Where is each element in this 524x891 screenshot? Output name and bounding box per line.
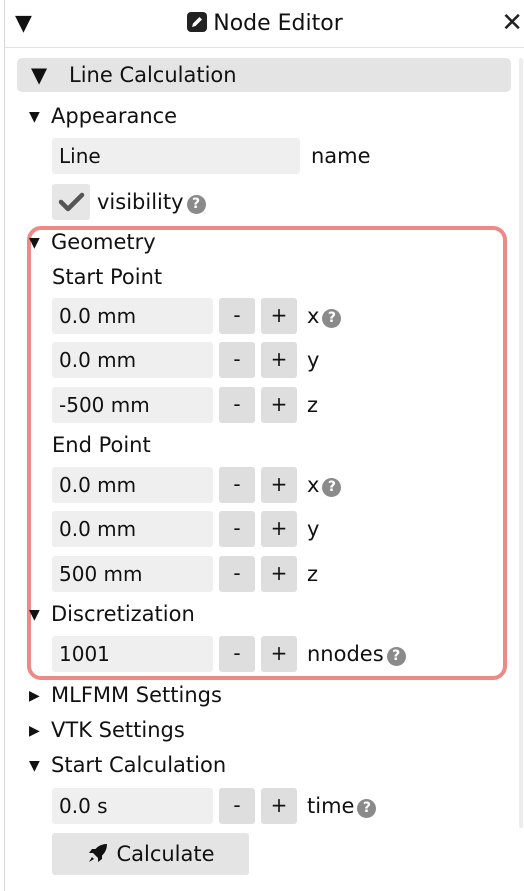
start-point-heading: Start Point	[52, 265, 163, 289]
nnodes-label: nnodes?	[307, 636, 406, 672]
expanded-triangle-icon: ▼	[29, 607, 40, 623]
rocket-icon	[89, 844, 108, 862]
start-y-increment-button[interactable]: +	[261, 342, 297, 378]
tree-mlfmm-label: MLFMM Settings	[51, 683, 222, 707]
node-editor-panel: ▼ Node Editor ✕ ▼ Line Calculation ▼ Appe…	[4, 0, 524, 891]
tree-start-calculation[interactable]: ▼ Start Calculation	[29, 751, 226, 780]
help-icon[interactable]: ?	[322, 478, 342, 497]
expanded-triangle-icon: ▼	[29, 758, 40, 774]
end-point-heading: End Point	[52, 433, 151, 457]
nnodes-label-text: nnodes	[307, 642, 384, 666]
time-input[interactable]: 0.0 s	[52, 788, 213, 824]
start-z-input[interactable]: -500 mm	[52, 387, 213, 423]
nnodes-increment-button[interactable]: +	[261, 636, 297, 672]
end-z-input[interactable]: 500 mm	[52, 556, 213, 592]
title-bar: ▼ Node Editor ✕	[5, 0, 524, 48]
start-y-input[interactable]: 0.0 mm	[52, 342, 213, 378]
nnodes-input[interactable]: 1001	[52, 636, 213, 672]
end-x-axis: x	[307, 473, 320, 497]
start-z-label: z	[307, 393, 319, 417]
start-y-label: y	[307, 348, 320, 372]
start-x-input[interactable]: 0.0 mm	[52, 298, 213, 334]
collapsed-triangle-icon: ▶	[29, 688, 40, 704]
calculate-button[interactable]: Calculate	[52, 833, 249, 875]
end-z-increment-button[interactable]: +	[261, 556, 297, 592]
expanded-triangle-icon: ▼	[29, 235, 40, 251]
end-x-increment-button[interactable]: +	[261, 467, 297, 503]
collapsed-triangle-icon: ▶	[29, 723, 40, 739]
close-icon[interactable]: ✕	[501, 10, 523, 36]
end-x-decrement-button[interactable]: -	[219, 467, 255, 503]
tree-geometry[interactable]: ▼ Geometry	[29, 228, 156, 257]
end-x-label: x?	[307, 467, 342, 503]
end-y-label: y	[307, 517, 320, 541]
end-y-increment-button[interactable]: +	[261, 511, 297, 547]
start-y-decrement-button[interactable]: -	[219, 342, 255, 378]
window-title: Node Editor	[5, 11, 524, 37]
name-label: name	[311, 144, 371, 168]
start-z-decrement-button[interactable]: -	[219, 387, 255, 423]
help-icon[interactable]: ?	[186, 195, 206, 214]
start-x-decrement-button[interactable]: -	[219, 298, 255, 334]
start-z-increment-button[interactable]: +	[261, 387, 297, 423]
edit-icon	[187, 12, 208, 32]
time-label: time?	[307, 788, 377, 824]
name-input[interactable]: Line	[52, 138, 300, 174]
end-z-decrement-button[interactable]: -	[219, 556, 255, 592]
time-decrement-button[interactable]: -	[219, 788, 255, 824]
visibility-label: visibility?	[97, 184, 206, 220]
tree-vtk-label: VTK Settings	[51, 718, 185, 742]
nnodes-decrement-button[interactable]: -	[219, 636, 255, 672]
checkmark-icon	[58, 192, 85, 212]
tree-geometry-label: Geometry	[51, 230, 156, 254]
end-y-input[interactable]: 0.0 mm	[52, 511, 213, 547]
tree-discretization-label: Discretization	[51, 602, 195, 626]
end-x-input[interactable]: 0.0 mm	[52, 467, 213, 503]
tree-appearance[interactable]: ▼ Appearance	[29, 102, 177, 131]
time-label-text: time	[307, 794, 355, 818]
calculate-button-label: Calculate	[116, 842, 215, 866]
help-icon[interactable]: ?	[357, 799, 377, 818]
help-icon[interactable]: ?	[386, 647, 406, 666]
tree-discretization[interactable]: ▼ Discretization	[29, 600, 195, 629]
scrollbar[interactable]	[519, 58, 523, 828]
time-increment-button[interactable]: +	[261, 788, 297, 824]
expanded-triangle-icon: ▼	[31, 63, 48, 87]
start-x-increment-button[interactable]: +	[261, 298, 297, 334]
tree-appearance-label: Appearance	[51, 104, 178, 128]
tree-vtk-settings[interactable]: ▶ VTK Settings	[29, 716, 185, 745]
tree-mlfmm-settings[interactable]: ▶ MLFMM Settings	[29, 681, 222, 710]
visibility-checkbox[interactable]	[52, 184, 90, 220]
section-line-calculation-label: Line Calculation	[69, 63, 237, 87]
end-y-decrement-button[interactable]: -	[219, 511, 255, 547]
tree-start-calculation-label: Start Calculation	[51, 753, 227, 777]
start-x-label: x?	[307, 298, 342, 334]
window-title-text: Node Editor	[213, 11, 343, 36]
end-z-label: z	[307, 562, 319, 586]
visibility-label-text: visibility	[97, 190, 184, 214]
help-icon[interactable]: ?	[322, 309, 342, 328]
section-line-calculation[interactable]: ▼ Line Calculation	[17, 58, 511, 92]
expanded-triangle-icon: ▼	[29, 109, 40, 125]
start-x-axis: x	[307, 304, 320, 328]
